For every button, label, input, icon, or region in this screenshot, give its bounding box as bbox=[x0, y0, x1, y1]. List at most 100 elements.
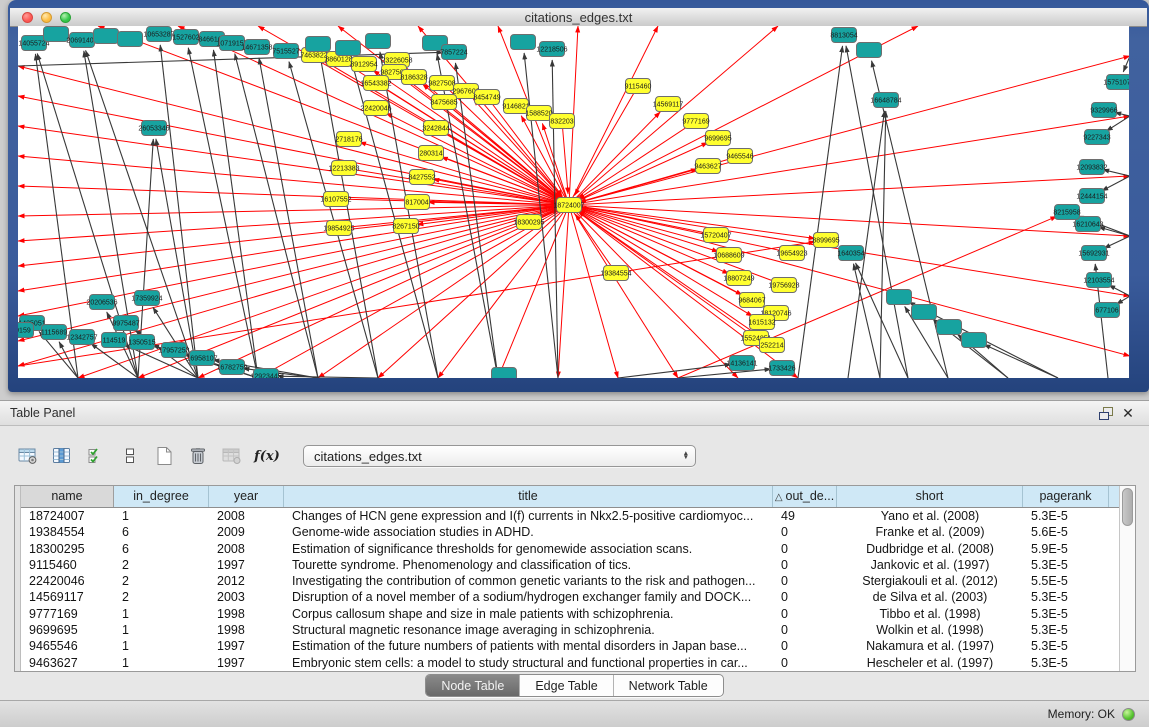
graph-node-label: 8186328 bbox=[400, 74, 427, 81]
table-cell-year: 1998 bbox=[209, 622, 284, 638]
graph-node-label: 17359924 bbox=[131, 295, 162, 302]
column-header-in_degree[interactable]: in_degree bbox=[114, 486, 209, 507]
table-row[interactable]: 1872400712008Changes of HCN gene express… bbox=[21, 508, 1119, 524]
close-window-button[interactable] bbox=[22, 12, 33, 23]
table-cell-title: Embryonic stem cells: a model to study s… bbox=[284, 655, 773, 671]
table-cell-pagerank: 5.3E-5 bbox=[1023, 622, 1109, 638]
delete-column-icon[interactable] bbox=[184, 443, 211, 470]
graph-node[interactable] bbox=[912, 305, 937, 320]
graph-node-label: 1733426 bbox=[768, 365, 795, 372]
table-cell-in_degree: 6 bbox=[114, 524, 209, 540]
graph-node-label: 9227343 bbox=[1083, 134, 1110, 141]
column-visibility-icon[interactable] bbox=[48, 443, 75, 470]
graph-node-label: 9684067 bbox=[738, 297, 765, 304]
table-scrollbar[interactable] bbox=[1119, 486, 1135, 671]
table-cell-pagerank: 5.3E-5 bbox=[1023, 638, 1109, 654]
graph-node-label: 114519 bbox=[103, 337, 126, 344]
table-row[interactable]: 1830029562008Estimation of significance … bbox=[21, 541, 1119, 557]
graph-node-label: 15751074 bbox=[1103, 79, 1129, 86]
graph-node-label: 677106 bbox=[1095, 307, 1118, 314]
scrollbar-thumb[interactable] bbox=[1122, 488, 1133, 526]
column-header-title[interactable]: title bbox=[284, 486, 773, 507]
graph-node[interactable] bbox=[962, 333, 987, 348]
new-column-icon[interactable] bbox=[150, 443, 177, 470]
graph-node[interactable] bbox=[511, 35, 536, 50]
table-cell-name: 18300295 bbox=[21, 541, 114, 557]
table-cell-pagerank: 5.3E-5 bbox=[1023, 508, 1109, 524]
graph-node-label: 8267150 bbox=[392, 223, 419, 230]
graph-node[interactable] bbox=[44, 27, 69, 42]
table-cell-pagerank: 5.9E-5 bbox=[1023, 541, 1109, 557]
table-row[interactable]: 911546021997Tourette syndrome. Phenomeno… bbox=[21, 557, 1119, 573]
graph-node[interactable] bbox=[492, 368, 517, 379]
table-row[interactable]: 1456911722003Disruption of a novel membe… bbox=[21, 589, 1119, 605]
row-selection-icon[interactable] bbox=[82, 443, 109, 470]
column-header-pagerank[interactable]: pagerank bbox=[1023, 486, 1109, 507]
network-graph[interactable]: 1872400774638228860128891295423226058982… bbox=[18, 26, 1129, 378]
window-title: citations_edges.txt bbox=[10, 10, 1147, 25]
table-cell-year: 2008 bbox=[209, 541, 284, 557]
table-row[interactable]: 2242004622012Investigating the contribut… bbox=[21, 573, 1119, 589]
graph-node[interactable] bbox=[306, 37, 331, 52]
table-cell-in_degree: 1 bbox=[114, 508, 209, 524]
graph-node-label: 9463627 bbox=[694, 163, 721, 170]
close-panel-icon[interactable]: ✕ bbox=[1117, 404, 1139, 422]
column-header-out_degree[interactable]: △out_de... bbox=[773, 486, 837, 507]
table-cell-pagerank: 5.3E-5 bbox=[1023, 589, 1109, 605]
window-titlebar[interactable]: citations_edges.txt bbox=[10, 8, 1147, 27]
graph-node-label: 12213383 bbox=[328, 165, 359, 172]
graph-edge bbox=[277, 376, 378, 378]
graph-node-label: 20206536 bbox=[86, 299, 117, 306]
tab-node-table[interactable]: Node Table bbox=[426, 675, 519, 696]
memory-status-led[interactable] bbox=[1122, 708, 1135, 721]
table-settings-icon[interactable] bbox=[14, 443, 41, 470]
table-cell-short: Jankovic et al. (1997) bbox=[837, 557, 1023, 573]
table-source-selector[interactable]: citations_edges.txt ▲▼ bbox=[303, 445, 696, 467]
table-cell-year: 1997 bbox=[209, 655, 284, 671]
graph-node[interactable] bbox=[857, 43, 882, 58]
graph-node[interactable] bbox=[366, 34, 391, 49]
column-header-name[interactable]: name bbox=[21, 486, 114, 507]
table-cell-pagerank: 5.3E-5 bbox=[1023, 557, 1109, 573]
zoom-window-button[interactable] bbox=[60, 12, 71, 23]
graph-node[interactable] bbox=[94, 29, 119, 44]
row-height-icon[interactable] bbox=[116, 443, 143, 470]
graph-node-label: 16543382 bbox=[360, 80, 391, 87]
graph-node[interactable] bbox=[336, 41, 361, 56]
graph-edge bbox=[569, 205, 678, 378]
graph-node[interactable] bbox=[937, 320, 962, 335]
table-cell-title: Estimation of significance thresholds fo… bbox=[284, 541, 773, 557]
table-cell-pagerank: 5.3E-5 bbox=[1023, 606, 1109, 622]
table-row[interactable]: 946362711997Embryonic stem cells: a mode… bbox=[21, 655, 1119, 671]
graph-node[interactable] bbox=[118, 32, 143, 47]
table-row[interactable]: 969969511998Structural magnetic resonanc… bbox=[21, 622, 1119, 638]
graph-node-label: 14136141 bbox=[726, 360, 757, 367]
tab-edge-table[interactable]: Edge Table bbox=[519, 675, 612, 696]
graph-node-label: 252214 bbox=[760, 342, 783, 349]
graph-node-label: 12093832 bbox=[1076, 164, 1107, 171]
table-row[interactable]: 946554611997Estimation of the future num… bbox=[21, 638, 1119, 654]
graph-edge bbox=[678, 369, 771, 378]
float-panel-icon[interactable] bbox=[1095, 404, 1117, 422]
table-cell-year: 2008 bbox=[209, 508, 284, 524]
graph-edge bbox=[569, 56, 1129, 205]
network-canvas[interactable]: 1872400774638228860128891295423226058982… bbox=[18, 26, 1129, 378]
table-tab-bar: Node TableEdge TableNetwork Table bbox=[0, 674, 1149, 697]
graph-node-label: 8813054 bbox=[830, 32, 857, 39]
graph-node-label: 16648784 bbox=[870, 97, 901, 104]
graph-node-label: 20691406 bbox=[66, 37, 97, 44]
table-body: 1872400712008Changes of HCN gene express… bbox=[21, 508, 1119, 671]
table-cell-short: Dudbridge et al. (2008) bbox=[837, 541, 1023, 557]
table-row[interactable]: 1938455462009Genome-wide association stu… bbox=[21, 524, 1119, 540]
graph-edge bbox=[18, 205, 569, 366]
tab-network-table[interactable]: Network Table bbox=[613, 675, 723, 696]
column-header-year[interactable]: year bbox=[209, 486, 284, 507]
graph-node[interactable] bbox=[887, 290, 912, 305]
function-builder-icon[interactable]: f(x) bbox=[252, 443, 282, 470]
graph-node-label: 22420046 bbox=[360, 105, 391, 112]
table-row[interactable]: 977716911998Corpus callosum shape and si… bbox=[21, 606, 1119, 622]
graph-node-label: 2718176 bbox=[335, 136, 362, 143]
table-cell-out_degree: 0 bbox=[773, 524, 837, 540]
column-header-short[interactable]: short bbox=[837, 486, 1023, 507]
minimize-window-button[interactable] bbox=[41, 12, 52, 23]
